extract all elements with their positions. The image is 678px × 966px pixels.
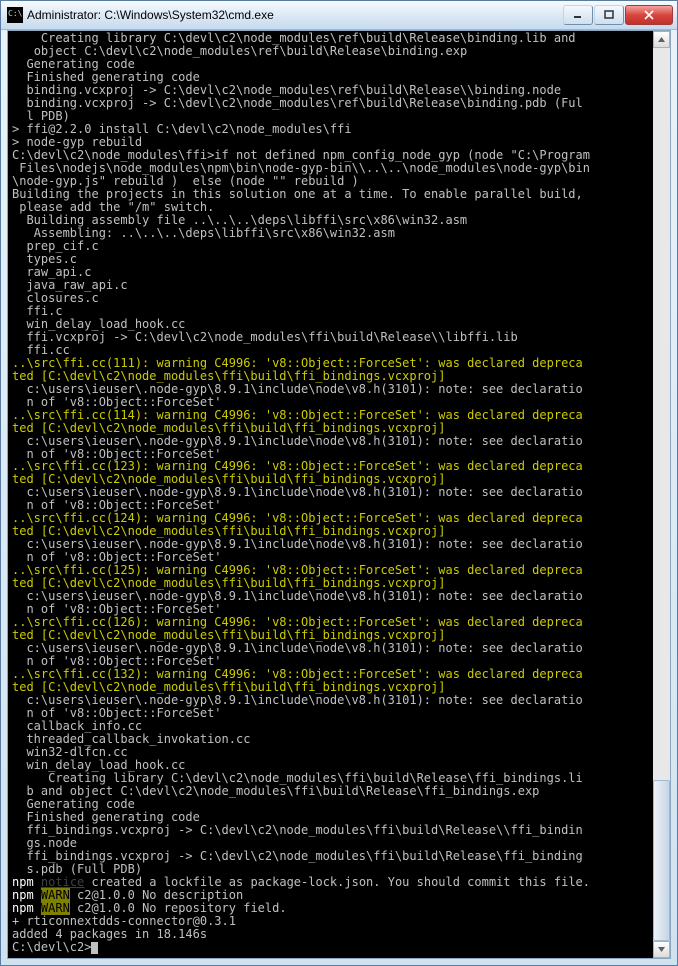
terminal-line: npm WARN c2@1.0.0 No repository field. bbox=[12, 902, 650, 915]
client-area: Creating library C:\devl\c2\node_modules… bbox=[7, 30, 671, 959]
terminal-line: > node-gyp rebuild bbox=[12, 136, 650, 149]
window-controls bbox=[562, 5, 673, 25]
terminal-line: C:\devl\c2\node_modules\ffi>if not defin… bbox=[12, 149, 650, 162]
terminal-line: npm WARN c2@1.0.0 No description bbox=[12, 889, 650, 902]
scroll-thumb[interactable] bbox=[653, 780, 670, 941]
terminal-line: ffi.vcxproj -> C:\devl\c2\node_modules\f… bbox=[12, 331, 650, 344]
maximize-icon bbox=[604, 10, 614, 20]
terminal-line: Generating code bbox=[12, 58, 650, 71]
cmd-icon bbox=[7, 7, 23, 23]
titlebar[interactable]: Administrator: C:\Windows\System32\cmd.e… bbox=[1, 1, 677, 30]
terminal-line: added 4 packages in 18.146s bbox=[12, 928, 650, 941]
maximize-button[interactable] bbox=[594, 5, 624, 25]
terminal-line: closures.c bbox=[12, 292, 650, 305]
terminal-line: please add the "/m" switch. bbox=[12, 201, 650, 214]
terminal-line: ..\src\ffi.cc(111): warning C4996: 'v8::… bbox=[12, 357, 650, 370]
terminal-line: win_delay_load_hook.cc bbox=[12, 318, 650, 331]
terminal-line: c:\users\ieuser\.node-gyp\8.9.1\include\… bbox=[12, 383, 650, 396]
minimize-icon bbox=[573, 10, 583, 20]
cmd-window: Administrator: C:\Windows\System32\cmd.e… bbox=[0, 0, 678, 966]
chevron-down-icon bbox=[657, 945, 666, 954]
terminal-line: \node-gyp.js" rebuild ) else (node "" re… bbox=[12, 175, 650, 188]
terminal-output[interactable]: Creating library C:\devl\c2\node_modules… bbox=[8, 31, 652, 958]
terminal-line: ted [C:\devl\c2\node_modules\ffi\build\f… bbox=[12, 370, 650, 383]
terminal-line: > ffi@2.2.0 install C:\devl\c2\node_modu… bbox=[12, 123, 650, 136]
terminal-line: prep_cif.c bbox=[12, 240, 650, 253]
terminal-line: Building the projects in this solution o… bbox=[12, 188, 650, 201]
scroll-track[interactable] bbox=[653, 48, 670, 941]
terminal-line: ffi.cc bbox=[12, 344, 650, 357]
terminal-line: Files\nodejs\node_modules\npm\bin\node-g… bbox=[12, 162, 650, 175]
window-title: Administrator: C:\Windows\System32\cmd.e… bbox=[27, 8, 562, 22]
terminal-line: binding.vcxproj -> C:\devl\c2\node_modul… bbox=[12, 97, 650, 110]
cursor bbox=[91, 942, 98, 954]
terminal-line: ted [C:\devl\c2\node_modules\ffi\build\f… bbox=[12, 422, 650, 435]
terminal-line: Building assembly file ..\..\..\deps\lib… bbox=[12, 214, 650, 227]
chevron-up-icon bbox=[657, 35, 666, 44]
terminal-line: ffi_bindings.vcxproj -> C:\devl\c2\node_… bbox=[12, 824, 650, 837]
terminal-line: types.c bbox=[12, 253, 650, 266]
scroll-up-button[interactable] bbox=[653, 31, 670, 48]
prompt: C:\devl\c2> bbox=[12, 941, 650, 954]
terminal-line: java_raw_api.c bbox=[12, 279, 650, 292]
terminal-line: n of 'v8::Object::ForceSet' bbox=[12, 396, 650, 409]
scroll-down-button[interactable] bbox=[653, 941, 670, 958]
terminal-line: + rticonnextdds-connector@0.3.1 bbox=[12, 915, 650, 928]
close-icon bbox=[644, 10, 654, 20]
terminal-line: binding.vcxproj -> C:\devl\c2\node_modul… bbox=[12, 84, 650, 97]
terminal-line: ffi.c bbox=[12, 305, 650, 318]
terminal-line: c:\users\ieuser\.node-gyp\8.9.1\include\… bbox=[12, 435, 650, 448]
terminal-line: l PDB) bbox=[12, 110, 650, 123]
terminal-line: Finished generating code bbox=[12, 71, 650, 84]
vertical-scrollbar[interactable] bbox=[653, 31, 670, 958]
terminal-line: Assembling: ..\..\..\deps\libffi\src\x86… bbox=[12, 227, 650, 240]
close-button[interactable] bbox=[625, 5, 673, 25]
minimize-button[interactable] bbox=[563, 5, 593, 25]
terminal-line: raw_api.c bbox=[12, 266, 650, 279]
terminal-line: ..\src\ffi.cc(114): warning C4996: 'v8::… bbox=[12, 409, 650, 422]
